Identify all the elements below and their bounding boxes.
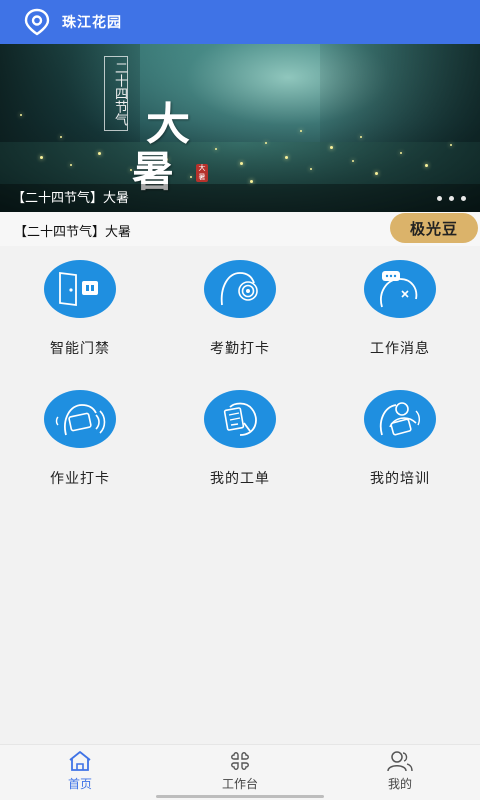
profile-icon	[320, 749, 480, 773]
nfc-card-icon	[44, 390, 116, 448]
tab-label: 首页	[67, 777, 92, 791]
aurora-beans-button[interactable]: 极光豆	[390, 213, 478, 243]
door-access-icon	[44, 260, 116, 318]
grid-item-label: 作业打卡	[50, 471, 110, 487]
top-header: 珠江花园	[0, 0, 480, 44]
message-icon	[364, 260, 436, 318]
grid-item-work-orders[interactable]: 我的工单	[160, 390, 320, 510]
grid-item-label: 我的培训	[370, 471, 430, 487]
grid-item-task-checkin[interactable]: 作业打卡	[0, 390, 160, 510]
grid-item-training[interactable]: 我的培训	[320, 390, 480, 510]
grid-item-label: 我的工单	[210, 471, 270, 487]
tab-label: 我的	[387, 777, 412, 791]
home-indicator-bar	[156, 795, 324, 798]
tab-workbench[interactable]: 工作台	[160, 749, 320, 797]
banner-carousel[interactable]: 二十四节气 大 暑 大暑 【二十四节气】大暑	[0, 44, 480, 212]
grid-item-work-messages[interactable]: 工作消息	[320, 260, 480, 380]
banner-seal-stamp: 大暑	[196, 164, 208, 182]
banner-vertical-text: 二十四节气	[104, 56, 128, 131]
pager-dot[interactable]	[461, 196, 466, 201]
community-title[interactable]: 珠江花园	[62, 12, 122, 32]
grid-item-door-access[interactable]: 智能门禁	[0, 260, 160, 380]
location-pin-icon[interactable]	[22, 7, 52, 37]
home-icon	[0, 749, 160, 773]
tab-home[interactable]: 首页	[0, 749, 160, 797]
tab-profile[interactable]: 我的	[320, 749, 480, 797]
pager-dot[interactable]	[437, 196, 442, 201]
grid-item-label: 工作消息	[370, 341, 430, 357]
pager-dot[interactable]	[449, 196, 454, 201]
news-subtitle-row: 【二十四节气】大暑 极光豆	[0, 212, 480, 246]
work-order-icon	[204, 390, 276, 448]
grid-item-label: 智能门禁	[50, 341, 110, 357]
workbench-icon	[160, 749, 320, 773]
fingerprint-icon	[204, 260, 276, 318]
grid-item-attendance[interactable]: 考勤打卡	[160, 260, 320, 380]
training-icon	[364, 390, 436, 448]
news-subtitle-text[interactable]: 【二十四节气】大暑	[14, 221, 131, 240]
banner-pager[interactable]	[437, 196, 466, 201]
grid-item-label: 考勤打卡	[210, 341, 270, 357]
tab-label: 工作台	[221, 777, 258, 791]
banner-caption: 【二十四节气】大暑	[12, 191, 130, 206]
app-root: 珠江花园 二十四节气 大 暑 大暑 【二十四节气】大暑 【二十四节气】大暑 极光…	[0, 0, 480, 800]
bottom-nav: 首页 工作台 我的	[0, 744, 480, 800]
